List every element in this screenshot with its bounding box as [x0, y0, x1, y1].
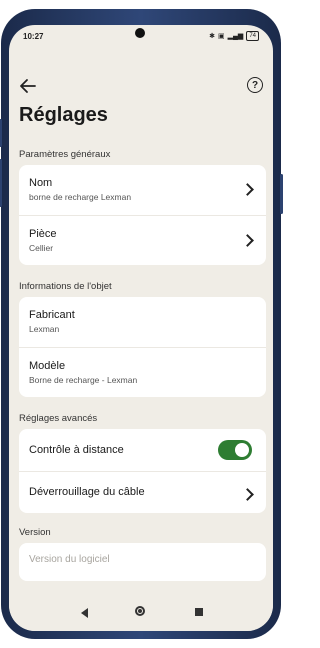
setting-row-cable-unlock[interactable]: Déverrouillage du câble	[19, 472, 266, 513]
setting-row-room[interactable]: Pièce Cellier	[19, 216, 266, 265]
section-title-advanced: Réglages avancés	[19, 413, 98, 424]
setting-label: Déverrouillage du câble	[29, 486, 145, 498]
nav-back-icon[interactable]	[81, 608, 88, 618]
software-version-placeholder: Version du logiciel	[29, 554, 110, 565]
screen: 10:27 ✱ ▣ ▂▄▆ 74 ? Réglages Paramètres g…	[9, 25, 273, 631]
power-button	[280, 174, 283, 214]
section-title-object-info: Informations de l'objet	[19, 281, 112, 292]
page-title: Réglages	[19, 104, 108, 126]
section-title-version: Version	[19, 527, 51, 538]
bluetooth-icon: ✱	[209, 33, 215, 40]
section-title-general: Paramètres généraux	[19, 149, 111, 160]
nav-home-icon[interactable]	[135, 606, 145, 616]
toggle-knob	[235, 443, 249, 457]
front-camera	[135, 28, 145, 38]
help-icon[interactable]: ?	[247, 77, 263, 93]
chevron-right-icon	[241, 183, 254, 196]
general-card: Nom borne de recharge Lexman Pièce Celli…	[19, 165, 266, 265]
setting-label: Pièce	[29, 228, 57, 240]
battery-icon: 74	[246, 31, 259, 41]
info-label: Fabricant	[29, 309, 75, 321]
status-bar: 10:27 ✱ ▣ ▂▄▆ 74	[9, 25, 273, 47]
volume-button	[0, 119, 2, 147]
android-navigation-bar	[9, 595, 273, 631]
volume-button	[0, 159, 2, 207]
nfc-icon: ▣	[217, 33, 225, 40]
setting-value: borne de recharge Lexman	[29, 192, 132, 202]
status-icons: ✱ ▣ ▂▄▆ 74	[209, 31, 259, 41]
info-label: Modèle	[29, 360, 66, 372]
advanced-card: Contrôle à distance Déverrouillage du câ…	[19, 429, 266, 513]
setting-row-remote-control: Contrôle à distance	[19, 429, 266, 471]
object-info-card: Fabricant Lexman Modèle Borne de recharg…	[19, 297, 266, 397]
remote-control-toggle[interactable]	[218, 440, 252, 460]
chevron-right-icon	[241, 234, 254, 247]
arrow-left-icon[interactable]	[19, 77, 37, 95]
setting-value: Cellier	[29, 243, 54, 253]
setting-row-name[interactable]: Nom borne de recharge Lexman	[19, 165, 266, 215]
version-card: Version du logiciel	[19, 543, 266, 581]
info-row-manufacturer: Fabricant Lexman	[19, 297, 266, 347]
signal-icon: ▂▄▆	[227, 33, 244, 40]
info-row-model: Modèle Borne de recharge - Lexman	[19, 348, 266, 397]
phone-frame: 10:27 ✱ ▣ ▂▄▆ 74 ? Réglages Paramètres g…	[0, 9, 283, 639]
setting-label: Nom	[29, 177, 53, 189]
info-value: Lexman	[29, 324, 60, 334]
nav-recent-apps-icon[interactable]	[195, 608, 203, 616]
chevron-right-icon	[241, 488, 254, 501]
info-value: Borne de recharge - Lexman	[29, 375, 138, 385]
status-time: 10:27	[23, 32, 44, 41]
setting-label: Contrôle à distance	[29, 444, 124, 456]
